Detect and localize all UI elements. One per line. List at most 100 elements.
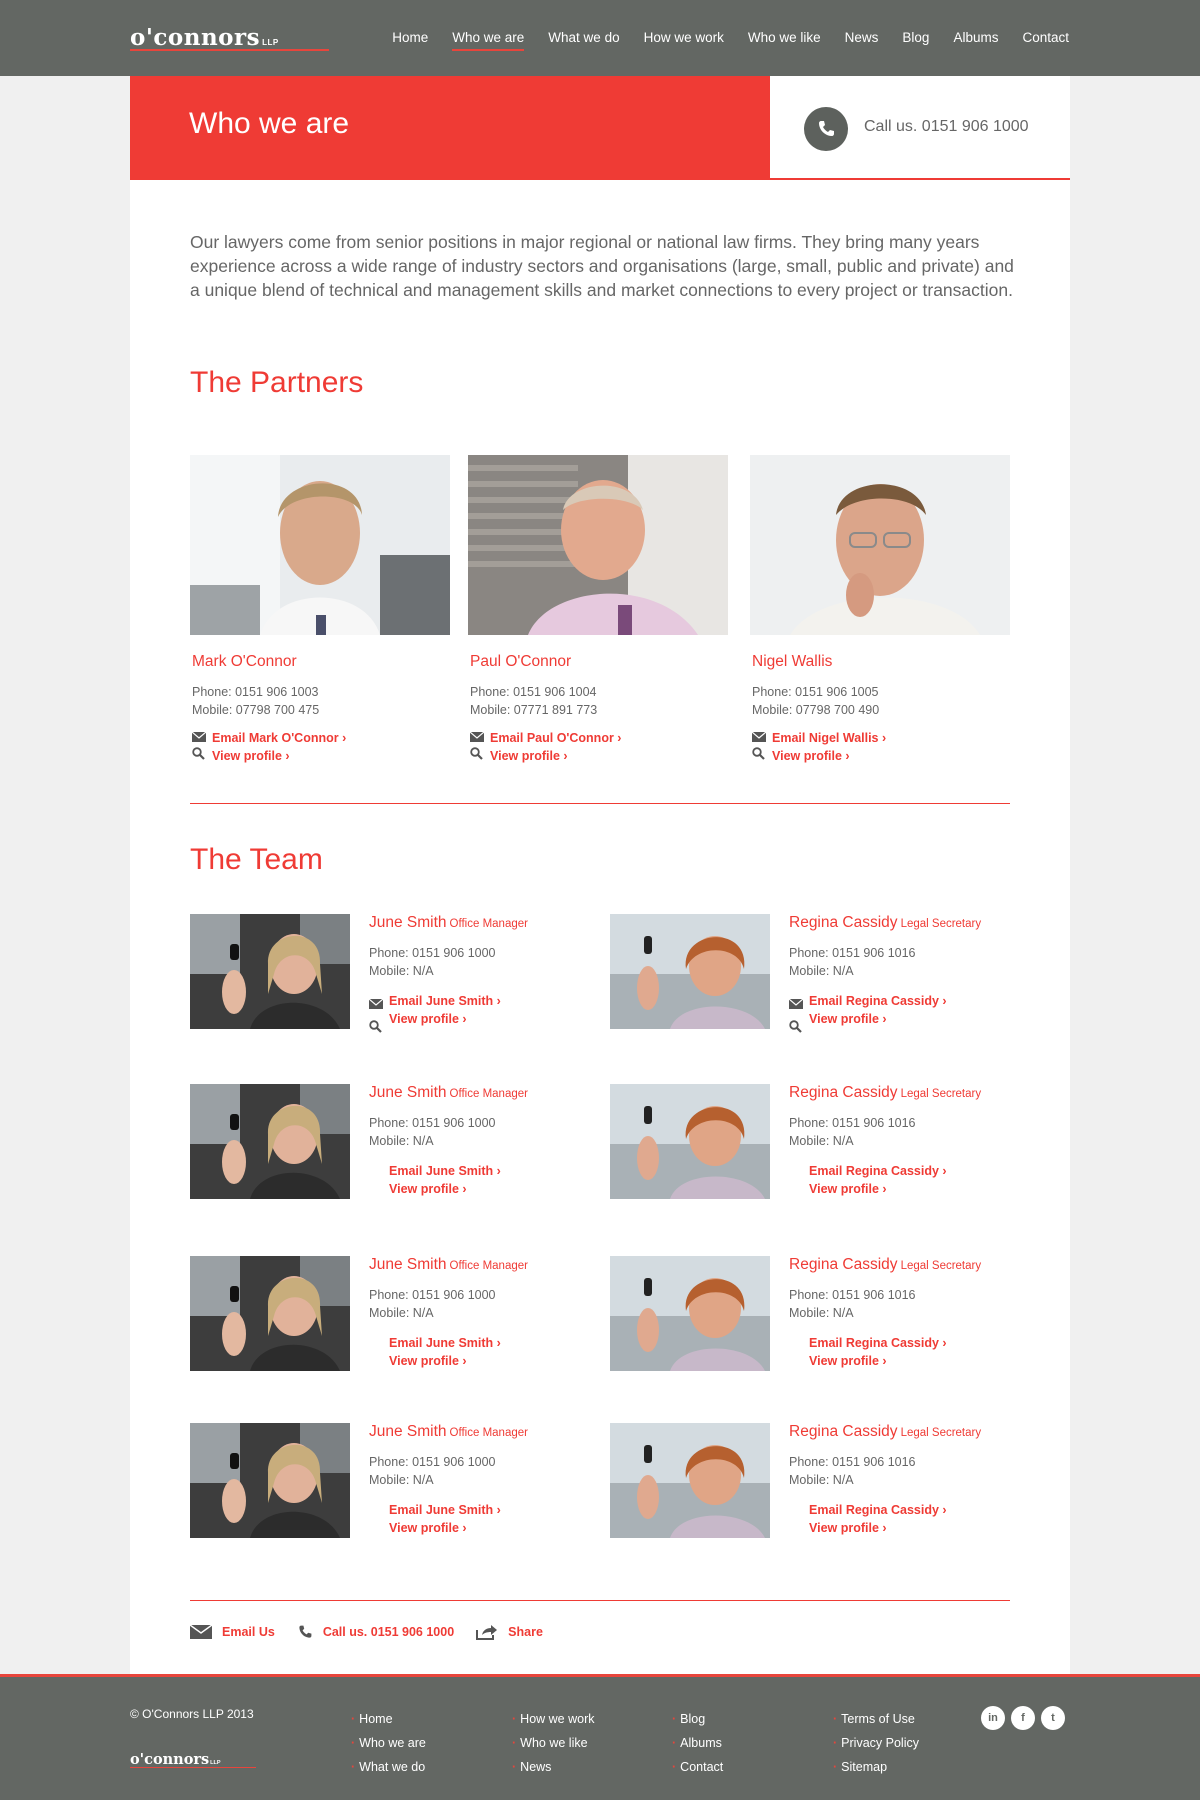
email-member-link[interactable]: Email Regina Cassidy › bbox=[809, 992, 1029, 1010]
partner-photo[interactable] bbox=[750, 455, 1010, 635]
nav-home[interactable]: Home bbox=[392, 30, 428, 51]
team-member-role: Office Manager bbox=[449, 918, 528, 930]
team-heading: The Team bbox=[190, 843, 323, 876]
team-member-card: June Smith Office Manager Phone: 0151 906 … bbox=[190, 1256, 600, 1376]
view-profile-link[interactable]: View profile › bbox=[389, 1180, 609, 1198]
team-member-photo[interactable] bbox=[610, 1423, 770, 1538]
nav-albums[interactable]: Albums bbox=[953, 30, 998, 51]
partner-links: Email Paul O'Connor › View profile › bbox=[469, 729, 728, 765]
site-logo[interactable]: o'connors LLP bbox=[130, 24, 279, 51]
view-profile-link[interactable]: View profile › bbox=[389, 1352, 609, 1370]
phone-icon bbox=[804, 107, 848, 151]
footer-link[interactable]: Privacy Policy bbox=[833, 1731, 919, 1755]
team-member-phones: Phone: 0151 906 1016 Mobile: N/A bbox=[789, 1455, 916, 1487]
team-member-name: June Smith Office Manager bbox=[369, 914, 528, 931]
view-profile-link[interactable]: View profile › bbox=[192, 747, 450, 765]
team-member-photo[interactable] bbox=[610, 1084, 770, 1199]
team-member-links: Email June Smith › View profile › bbox=[369, 1334, 609, 1370]
partner-photo[interactable] bbox=[468, 455, 728, 635]
main-content: Who we are Call us. 0151 906 1000 Our la… bbox=[130, 76, 1070, 1676]
nav-who-we-are[interactable]: Who we are bbox=[452, 30, 525, 51]
team-member-photo[interactable] bbox=[610, 1256, 770, 1371]
team-member-info: June Smith Office Manager Phone: 0151 906 … bbox=[369, 1423, 609, 1537]
team-member-role: Office Manager bbox=[449, 1260, 528, 1272]
team-member-photo[interactable] bbox=[190, 1084, 350, 1199]
team-member-links: Email June Smith › View profile › bbox=[368, 992, 609, 1033]
email-partner-link[interactable]: Email Mark O'Connor › bbox=[191, 729, 450, 747]
team-member-links: Email June Smith › View profile › bbox=[369, 1501, 609, 1537]
team-member-photo[interactable] bbox=[190, 1256, 350, 1371]
phone-icon bbox=[299, 1625, 312, 1638]
footer-link[interactable]: Contact bbox=[672, 1755, 723, 1779]
email-member-link[interactable]: Email Regina Cassidy › bbox=[809, 1334, 1029, 1352]
nav-how-we-work[interactable]: How we work bbox=[644, 30, 724, 51]
footer-link[interactable]: Sitemap bbox=[833, 1755, 919, 1779]
footer-link[interactable]: What we do bbox=[351, 1755, 426, 1779]
call-box[interactable]: Call us. 0151 906 1000 bbox=[770, 76, 1070, 180]
section-divider bbox=[190, 1600, 1010, 1601]
footer-link[interactable]: Who we are bbox=[351, 1731, 426, 1755]
magnifier-icon bbox=[192, 747, 205, 760]
team-member-photo[interactable] bbox=[190, 1423, 350, 1538]
facebook-icon[interactable]: f bbox=[1011, 1706, 1035, 1730]
team-member-card: Regina Cassidy Legal Secretary Phone: 0151… bbox=[610, 1084, 1020, 1204]
nav-news[interactable]: News bbox=[845, 30, 879, 51]
team-member-role: Office Manager bbox=[449, 1088, 528, 1100]
view-profile-link[interactable]: View profile › bbox=[752, 747, 1010, 765]
team-member-card: Regina Cassidy Legal Secretary Phone: 0151… bbox=[610, 1423, 1020, 1543]
link-icons bbox=[368, 996, 385, 1038]
team-member-name: June Smith Office Manager bbox=[369, 1256, 528, 1273]
share-button[interactable]: Share bbox=[476, 1624, 543, 1640]
partner-links: Email Nigel Wallis › View profile › bbox=[751, 729, 1010, 765]
email-member-link[interactable]: Email Regina Cassidy › bbox=[809, 1162, 1029, 1180]
footer-link[interactable]: Terms of Use bbox=[833, 1707, 919, 1731]
team-member-info: Regina Cassidy Legal Secretary Phone: 0151… bbox=[789, 1084, 1029, 1198]
call-number: Call us. 0151 906 1000 bbox=[864, 118, 1029, 135]
view-profile-link[interactable]: View profile › bbox=[389, 1519, 609, 1537]
contact-actions: Email Us Call us. 0151 906 1000 Share bbox=[190, 1624, 565, 1640]
email-member-link[interactable]: Email June Smith › bbox=[389, 992, 609, 1010]
view-profile-link[interactable]: View profile › bbox=[389, 1010, 609, 1028]
view-profile-link[interactable]: View profile › bbox=[809, 1352, 1029, 1370]
footer-link[interactable]: Home bbox=[351, 1707, 426, 1731]
partner-photo[interactable] bbox=[190, 455, 450, 635]
footer-link[interactable]: News bbox=[512, 1755, 595, 1779]
nav-who-we-like[interactable]: Who we like bbox=[748, 30, 821, 51]
linkedin-icon[interactable]: in bbox=[981, 1706, 1005, 1730]
view-profile-link[interactable]: View profile › bbox=[809, 1010, 1029, 1028]
footer-link[interactable]: Blog bbox=[672, 1707, 723, 1731]
email-member-link[interactable]: Email June Smith › bbox=[389, 1501, 609, 1519]
team-member-role: Legal Secretary bbox=[900, 1088, 982, 1100]
team-member-name: Regina Cassidy Legal Secretary bbox=[789, 914, 982, 931]
view-profile-link[interactable]: View profile › bbox=[809, 1180, 1029, 1198]
nav-what-we-do[interactable]: What we do bbox=[548, 30, 619, 51]
footer-link[interactable]: How we work bbox=[512, 1707, 594, 1731]
footer-logo[interactable]: o'connorsLLP bbox=[130, 1751, 221, 1768]
team-member-phones: Phone: 0151 906 1000 Mobile: N/A bbox=[369, 1288, 496, 1320]
twitter-icon[interactable]: t bbox=[1041, 1706, 1065, 1730]
team-member-role: Legal Secretary bbox=[900, 1260, 982, 1272]
email-partner-link[interactable]: Email Paul O'Connor › bbox=[469, 729, 728, 747]
view-profile-link[interactable]: View profile › bbox=[809, 1519, 1029, 1537]
footer-link[interactable]: Who we like bbox=[512, 1731, 595, 1755]
page-title: Who we are bbox=[189, 107, 350, 140]
email-partner-link[interactable]: Email Nigel Wallis › bbox=[751, 729, 1010, 747]
team-member-phones: Phone: 0151 906 1016 Mobile: N/A bbox=[789, 1288, 916, 1320]
call-us-button[interactable]: Call us. 0151 906 1000 bbox=[297, 1624, 454, 1640]
footer-link[interactable]: Albums bbox=[672, 1731, 723, 1755]
team-member-links: Email Regina Cassidy › View profile › bbox=[789, 1334, 1029, 1370]
team-member-card: Regina Cassidy Legal Secretary Phone: 0151… bbox=[610, 914, 1020, 1034]
team-member-photo[interactable] bbox=[610, 914, 770, 1029]
magnifier-icon bbox=[470, 747, 483, 760]
view-profile-link[interactable]: View profile › bbox=[470, 747, 728, 765]
team-member-info: Regina Cassidy Legal Secretary Phone: 0151… bbox=[788, 914, 1029, 1033]
email-us-button[interactable]: Email Us bbox=[190, 1625, 275, 1639]
email-member-link[interactable]: Email Regina Cassidy › bbox=[809, 1501, 1029, 1519]
footer-logo-underline bbox=[130, 1767, 256, 1768]
team-member-photo[interactable] bbox=[190, 914, 350, 1029]
email-member-link[interactable]: Email June Smith › bbox=[389, 1334, 609, 1352]
partners-heading: The Partners bbox=[190, 366, 364, 399]
email-member-link[interactable]: Email June Smith › bbox=[389, 1162, 609, 1180]
nav-contact[interactable]: Contact bbox=[1022, 30, 1069, 51]
nav-blog[interactable]: Blog bbox=[902, 30, 929, 51]
